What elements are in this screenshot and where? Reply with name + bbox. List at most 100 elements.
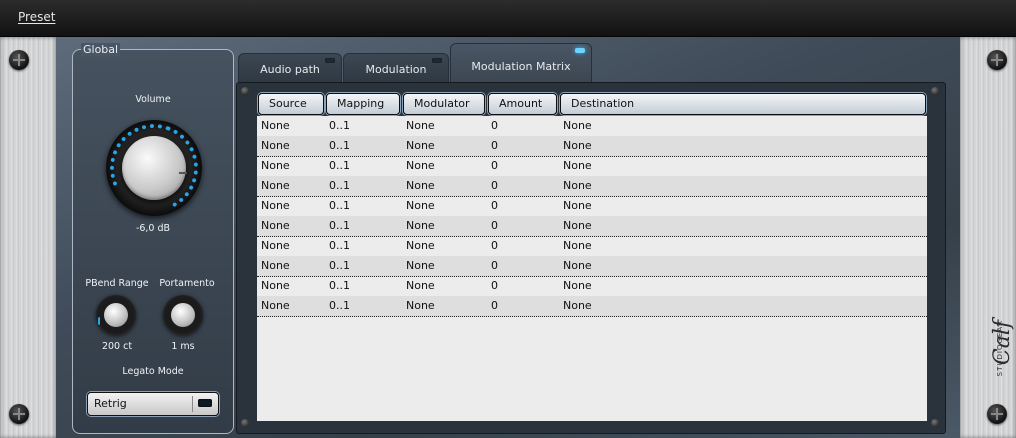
cell-source[interactable]: None bbox=[261, 279, 290, 292]
cell-amount[interactable]: 0 bbox=[491, 259, 498, 272]
cell-source[interactable]: None bbox=[261, 159, 290, 172]
panel-screw-icon bbox=[931, 87, 939, 95]
cell-source[interactable]: None bbox=[261, 119, 290, 132]
column-header-mapping[interactable]: Mapping bbox=[326, 93, 400, 115]
cell-amount[interactable]: 0 bbox=[491, 239, 498, 252]
cell-modulator[interactable]: None bbox=[406, 179, 435, 192]
cell-modulator[interactable]: None bbox=[406, 239, 435, 252]
cell-mapping[interactable]: 0..1 bbox=[329, 199, 350, 212]
portamento-value: 1 ms bbox=[171, 341, 195, 352]
column-header-destination[interactable]: Destination bbox=[560, 93, 926, 115]
tab-modulation-matrix[interactable]: Modulation Matrix bbox=[450, 43, 592, 84]
cell-source[interactable]: None bbox=[261, 179, 290, 192]
cell-destination[interactable]: None bbox=[563, 279, 592, 292]
tab-modulation-matrix-label: Modulation Matrix bbox=[471, 60, 571, 73]
table-row[interactable]: None 0..1 None 0 None bbox=[257, 256, 927, 277]
column-header-modulator[interactable]: Modulator bbox=[403, 93, 485, 115]
cell-amount[interactable]: 0 bbox=[491, 199, 498, 212]
cell-destination[interactable]: None bbox=[563, 299, 592, 312]
table-row[interactable]: None 0..1 None 0 None bbox=[257, 276, 927, 297]
column-header-label: Mapping bbox=[337, 97, 385, 110]
table-row[interactable]: None 0..1 None 0 None bbox=[257, 156, 927, 177]
cell-mapping[interactable]: 0..1 bbox=[329, 139, 350, 152]
cell-amount[interactable]: 0 bbox=[491, 159, 498, 172]
volume-value: -6,0 dB bbox=[135, 223, 171, 234]
tab-modulation[interactable]: Modulation bbox=[343, 53, 449, 84]
cell-destination[interactable]: None bbox=[563, 199, 592, 212]
column-header-amount[interactable]: Amount bbox=[488, 93, 557, 115]
cell-modulator[interactable]: None bbox=[406, 159, 435, 172]
rack-screw-icon bbox=[987, 404, 1007, 424]
legato-mode-select[interactable]: Retrig bbox=[87, 392, 219, 416]
portamento-label: Portamento bbox=[159, 278, 215, 289]
cell-modulator[interactable]: None bbox=[406, 219, 435, 232]
cell-source[interactable]: None bbox=[261, 299, 290, 312]
cell-modulator[interactable]: None bbox=[406, 199, 435, 212]
legato-mode-value: Retrig bbox=[94, 397, 127, 410]
cell-mapping[interactable]: 0..1 bbox=[329, 179, 350, 192]
cell-destination[interactable]: None bbox=[563, 159, 592, 172]
tab-led-icon bbox=[575, 48, 585, 53]
volume-knob[interactable] bbox=[97, 111, 211, 225]
panel-screw-icon bbox=[241, 419, 249, 427]
cell-modulator[interactable]: None bbox=[406, 139, 435, 152]
table-row[interactable]: None 0..1 None 0 None bbox=[257, 116, 927, 137]
cell-amount[interactable]: 0 bbox=[491, 299, 498, 312]
cell-source[interactable]: None bbox=[261, 259, 290, 272]
cell-mapping[interactable]: 0..1 bbox=[329, 279, 350, 292]
cell-mapping[interactable]: 0..1 bbox=[329, 239, 350, 252]
select-led-icon bbox=[198, 399, 212, 407]
cell-amount[interactable]: 0 bbox=[491, 279, 498, 292]
logo-subtitle: STUDIOGEAR bbox=[996, 320, 1004, 377]
pbend-label: PBend Range bbox=[85, 278, 149, 289]
cell-amount[interactable]: 0 bbox=[491, 179, 498, 192]
cell-destination[interactable]: None bbox=[563, 239, 592, 252]
cell-destination[interactable]: None bbox=[563, 139, 592, 152]
cell-destination[interactable]: None bbox=[563, 219, 592, 232]
tab-modulation-label: Modulation bbox=[365, 63, 427, 76]
table-row[interactable]: None 0..1 None 0 None bbox=[257, 136, 927, 157]
calf-logo: Calf STUDIOGEAR bbox=[972, 320, 1015, 390]
volume-knob-indicator bbox=[179, 172, 187, 174]
cell-mapping[interactable]: 0..1 bbox=[329, 159, 350, 172]
table-row[interactable]: None 0..1 None 0 None bbox=[257, 296, 927, 317]
cell-modulator[interactable]: None bbox=[406, 299, 435, 312]
modulation-matrix-panel: Source Mapping Modulator Amount Destinat… bbox=[236, 82, 946, 434]
menu-preset[interactable]: Preset bbox=[18, 10, 55, 24]
table-row[interactable]: None 0..1 None 0 None bbox=[257, 236, 927, 257]
cell-mapping[interactable]: 0..1 bbox=[329, 299, 350, 312]
portamento-knob[interactable] bbox=[163, 295, 203, 335]
cell-destination[interactable]: None bbox=[563, 179, 592, 192]
panel-screw-icon bbox=[241, 87, 249, 95]
cell-amount[interactable]: 0 bbox=[491, 139, 498, 152]
pbend-knob-cap bbox=[104, 303, 128, 327]
select-divider bbox=[192, 396, 193, 412]
cell-mapping[interactable]: 0..1 bbox=[329, 259, 350, 272]
cell-destination[interactable]: None bbox=[563, 259, 592, 272]
cell-mapping[interactable]: 0..1 bbox=[329, 119, 350, 132]
table-row[interactable]: None 0..1 None 0 None bbox=[257, 216, 927, 237]
volume-label: Volume bbox=[135, 94, 171, 105]
cell-source[interactable]: None bbox=[261, 199, 290, 212]
cell-modulator[interactable]: None bbox=[406, 119, 435, 132]
rack-screw-icon bbox=[9, 50, 29, 70]
cell-source[interactable]: None bbox=[261, 139, 290, 152]
column-header-source[interactable]: Source bbox=[258, 93, 324, 115]
cell-source[interactable]: None bbox=[261, 239, 290, 252]
cell-amount[interactable]: 0 bbox=[491, 219, 498, 232]
tab-audio-path-label: Audio path bbox=[260, 63, 320, 76]
menubar: Preset bbox=[0, 0, 1016, 37]
cell-source[interactable]: None bbox=[261, 219, 290, 232]
pbend-range-knob[interactable] bbox=[96, 295, 136, 335]
cell-mapping[interactable]: 0..1 bbox=[329, 219, 350, 232]
rack-ear-left bbox=[0, 37, 56, 438]
panel-screw-icon bbox=[931, 419, 939, 427]
cell-modulator[interactable]: None bbox=[406, 279, 435, 292]
cell-destination[interactable]: None bbox=[563, 119, 592, 132]
tab-audio-path[interactable]: Audio path bbox=[238, 53, 342, 84]
cell-amount[interactable]: 0 bbox=[491, 119, 498, 132]
legato-mode-label: Legato Mode bbox=[122, 366, 184, 377]
table-row[interactable]: None 0..1 None 0 None bbox=[257, 176, 927, 197]
table-row[interactable]: None 0..1 None 0 None bbox=[257, 196, 927, 217]
cell-modulator[interactable]: None bbox=[406, 259, 435, 272]
